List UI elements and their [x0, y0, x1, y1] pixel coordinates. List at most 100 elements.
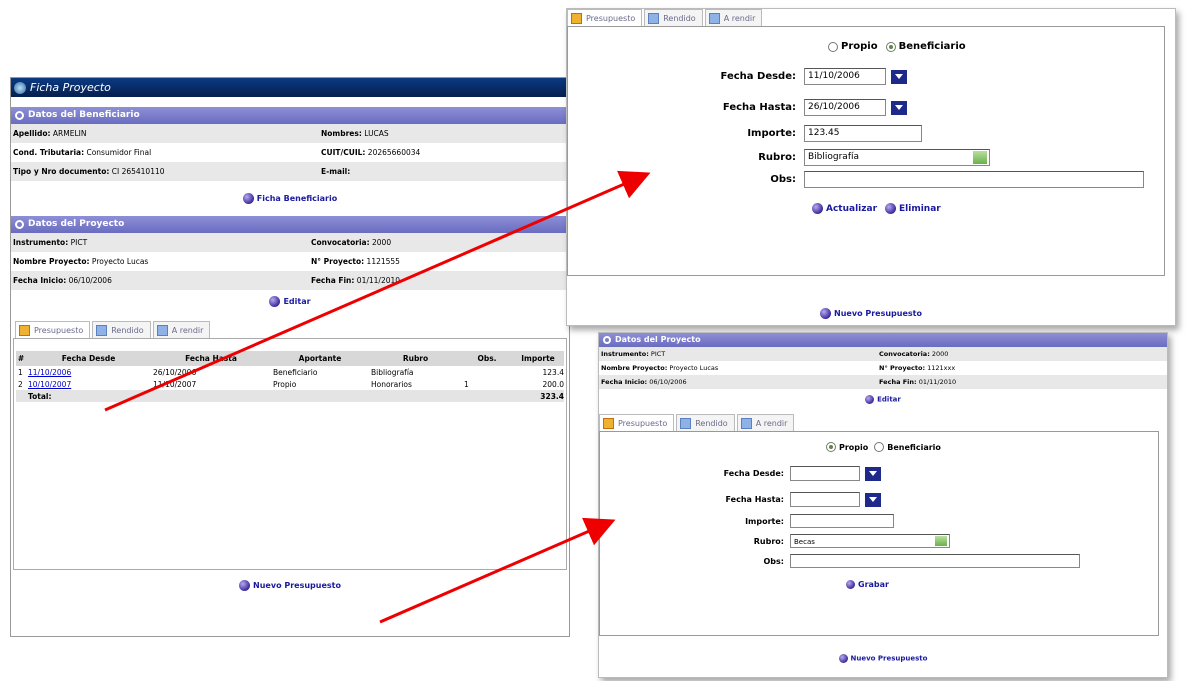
field-label: Apellido: — [13, 129, 51, 138]
tab-label: Presupuesto — [34, 325, 84, 335]
rubro-selected-value: Bibliografía — [808, 152, 860, 162]
proyecto-row: Instrumento: PICT Convocatoria: 2000 — [11, 233, 569, 252]
field-label: Fecha Fin: — [879, 378, 917, 386]
fecha-desde-input[interactable]: 11/10/2006 — [804, 68, 886, 85]
nuevo-presupuesto-link[interactable]: Nuevo Presupuesto — [834, 309, 922, 318]
field-value: 01/11/2010 — [918, 378, 957, 386]
table-header-row: # Fecha Desde Fecha Hasta Aportante Rubr… — [16, 351, 564, 366]
fecha-desde-link[interactable]: 11/10/2006 — [28, 368, 71, 377]
window-title-bar: Ficha Proyecto — [11, 78, 569, 97]
column-header: Fecha Desde — [26, 351, 151, 366]
calendar-dropdown-icon[interactable] — [891, 69, 907, 84]
column-header: # — [16, 351, 26, 366]
beneficiario-row: Cond. Tributaria: Consumidor Final CUIT/… — [11, 143, 569, 162]
field-value: LUCAS — [364, 129, 389, 138]
beneficiario-row: Tipo y Nro documento: CI 265410110 E-mai… — [11, 162, 569, 181]
calendar-dropdown-icon[interactable] — [865, 492, 881, 507]
field-label: Convocatoria: — [311, 238, 370, 247]
fecha-hasta-label: Fecha Hasta: — [725, 495, 784, 504]
bullet-icon — [269, 296, 281, 307]
section-ring-icon — [15, 220, 24, 229]
tab-presupuesto[interactable]: Presupuesto — [599, 414, 675, 431]
tab-a-rendir[interactable]: A rendir — [704, 9, 763, 26]
fecha-hasta-cell: 26/10/2006 — [153, 367, 197, 377]
proyecto-heading: Datos del Proyecto — [28, 219, 125, 229]
field-label: Fecha Inicio: — [13, 276, 67, 285]
tab-rendido[interactable]: Rendido — [644, 9, 703, 26]
field-label: CUIT/CUIL: — [321, 148, 366, 157]
tab-presupuesto[interactable]: Presupuesto — [15, 321, 91, 338]
tab-rendido[interactable]: Rendido — [92, 321, 151, 338]
editar-link[interactable]: Editar — [283, 297, 310, 306]
fecha-desde-link[interactable]: 10/10/2007 — [28, 380, 71, 389]
rubro-select[interactable]: Bibliografía — [804, 149, 990, 166]
tab-label: Presupuesto — [618, 418, 668, 428]
actualizar-button[interactable]: Actualizar — [826, 204, 877, 214]
tab-rendido[interactable]: Rendido — [676, 414, 735, 431]
field-value: 1121xxx — [927, 364, 956, 372]
radio-label: Propio — [841, 41, 878, 52]
proyecto-section-header: Datos del Proyecto — [11, 216, 569, 233]
obs-input[interactable] — [804, 171, 1144, 188]
field-value: 06/10/2006 — [68, 276, 112, 285]
bullet-icon — [242, 193, 254, 204]
tab-icon — [648, 12, 660, 24]
aportante-radio-group: Propio Beneficiario — [828, 41, 966, 52]
field-value: CI 265410110 — [111, 167, 165, 176]
column-header: Rubro — [369, 351, 462, 366]
tab-presupuesto[interactable]: Presupuesto — [567, 9, 643, 26]
rubro-cell: Bibliografía — [371, 367, 414, 377]
field-value: 01/11/2010 — [356, 276, 401, 285]
fecha-desde-input[interactable] — [790, 466, 860, 481]
fecha-desde-label: Fecha Desde: — [723, 469, 784, 478]
field-label: Convocatoria: — [879, 350, 930, 358]
radio-propio[interactable] — [826, 442, 836, 452]
bullet-icon — [838, 654, 848, 663]
presupuesto-table: # Fecha Desde Fecha Hasta Aportante Rubr… — [16, 351, 564, 402]
eliminar-button[interactable]: Eliminar — [899, 204, 941, 214]
proyecto-row: Fecha Inicio: 06/10/2006 Fecha Fin: 01/1… — [599, 375, 1167, 389]
fecha-hasta-input[interactable]: 26/10/2006 — [804, 99, 886, 116]
radio-beneficiario[interactable] — [885, 41, 896, 52]
select-arrow-icon — [935, 536, 947, 546]
calendar-dropdown-icon[interactable] — [865, 466, 881, 481]
obs-input[interactable] — [790, 554, 1080, 568]
popup-tabs: Presupuesto Rendido A rendir — [599, 414, 1167, 431]
field-label: Nombre Proyecto: — [13, 257, 90, 266]
field-value: 20265660034 — [367, 148, 421, 157]
main-tabs: Presupuesto Rendido A rendir — [11, 321, 569, 338]
fecha-hasta-input[interactable] — [790, 492, 860, 507]
obs-label: Obs: — [770, 174, 796, 185]
tab-icon — [603, 417, 614, 429]
popup-tabs: Presupuesto Rendido A rendir — [567, 9, 1175, 26]
nuevo-presupuesto-link[interactable]: Nuevo Presupuesto — [253, 581, 341, 590]
presupuesto-tab-content: # Fecha Desde Fecha Hasta Aportante Rubr… — [13, 338, 567, 570]
fecha-desde-label: Fecha Desde: — [720, 71, 796, 82]
field-value: PICT — [70, 238, 88, 247]
window-title: Ficha Proyecto — [30, 81, 111, 94]
tab-a-rendir[interactable]: A rendir — [736, 414, 795, 431]
ficha-beneficiario-link[interactable]: Ficha Beneficiario — [257, 194, 337, 203]
column-header: Aportante — [271, 351, 369, 366]
grabar-button[interactable]: Grabar — [858, 580, 889, 589]
radio-propio[interactable] — [828, 41, 838, 52]
tab-label: Rendido — [695, 418, 728, 428]
field-label: N° Proyecto: — [879, 364, 926, 372]
bullet-icon — [885, 203, 897, 214]
radio-beneficiario[interactable] — [874, 442, 885, 452]
field-value: 2000 — [931, 350, 949, 358]
proyecto-section-header: Datos del Proyecto — [599, 333, 1167, 347]
importe-input[interactable]: 123.45 — [804, 125, 922, 142]
calendar-dropdown-icon[interactable] — [891, 100, 907, 115]
field-label: Instrumento: — [13, 238, 69, 247]
importe-input[interactable] — [790, 514, 894, 528]
rubro-select[interactable]: Becas — [790, 534, 950, 548]
nuevo-presupuesto-link[interactable]: Nuevo Presupuesto — [851, 655, 928, 663]
importe-cell: 123.4 — [542, 367, 564, 377]
tab-icon — [156, 324, 168, 336]
row-index: 2 — [18, 379, 23, 389]
aportante-radio-group: Propio Beneficiario — [826, 442, 941, 452]
editar-link[interactable]: Editar — [877, 396, 901, 404]
new-presupuesto-popup: Datos del Proyecto Instrumento: PICT Con… — [598, 332, 1168, 678]
tab-a-rendir[interactable]: A rendir — [152, 321, 211, 338]
